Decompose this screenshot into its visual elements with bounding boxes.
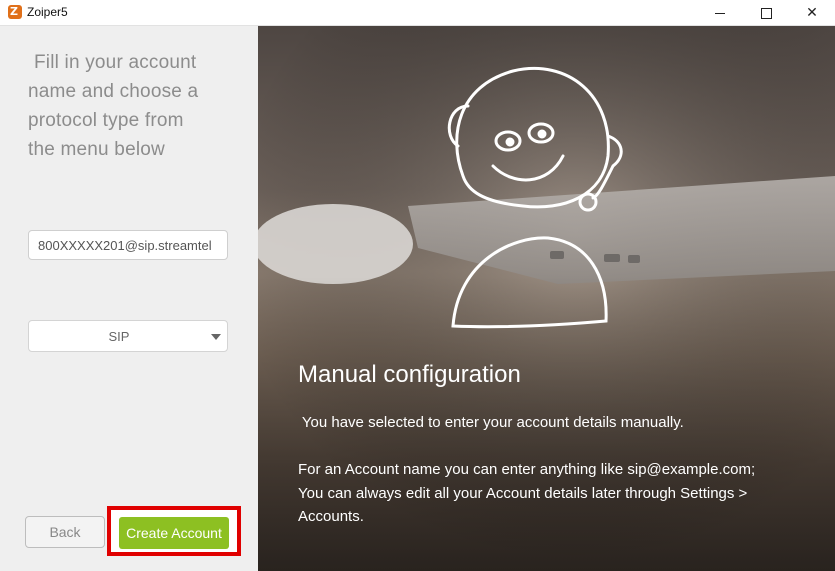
close-button[interactable]: ✕ [789, 0, 835, 26]
laptop-port [604, 254, 620, 262]
protocol-selected-value: SIP [108, 329, 130, 344]
chevron-down-icon [211, 334, 221, 340]
instruction-line: Fill in your account [34, 52, 197, 73]
highlight-frame: Create Account [107, 506, 241, 556]
maximize-button[interactable] [743, 0, 789, 26]
minimize-button[interactable] [697, 0, 743, 26]
minimize-icon [715, 12, 725, 14]
mouse-shape [258, 204, 413, 284]
instructions-text: Fill in your account name and choose a p… [28, 48, 243, 164]
close-icon: ✕ [806, 5, 818, 21]
protocol-select[interactable]: SIP [28, 320, 228, 352]
instruction-line: the menu below [28, 139, 165, 160]
laptop-port [550, 251, 564, 259]
instruction-line: name and choose a [28, 81, 199, 102]
left-panel: Fill in your account name and choose a p… [0, 26, 258, 571]
account-name-input[interactable] [28, 230, 228, 260]
title-bar: Z Zoiper5 ✕ [0, 0, 835, 26]
manual-config-heading: Manual configuration [298, 361, 521, 388]
laptop-port [628, 255, 640, 263]
manual-config-panel: Manual configuration You have selected t… [258, 26, 835, 571]
create-account-button[interactable]: Create Account [119, 517, 229, 549]
manual-config-description: You have selected to enter your account … [298, 414, 684, 431]
zoiper-logo-icon: Z [8, 5, 22, 19]
instruction-line: protocol type from [28, 110, 184, 131]
back-button[interactable]: Back [25, 516, 105, 548]
maximize-icon [760, 7, 772, 19]
account-name-hint: For an Account name you can enter anythi… [298, 461, 756, 525]
window-title: Zoiper5 [27, 5, 68, 19]
